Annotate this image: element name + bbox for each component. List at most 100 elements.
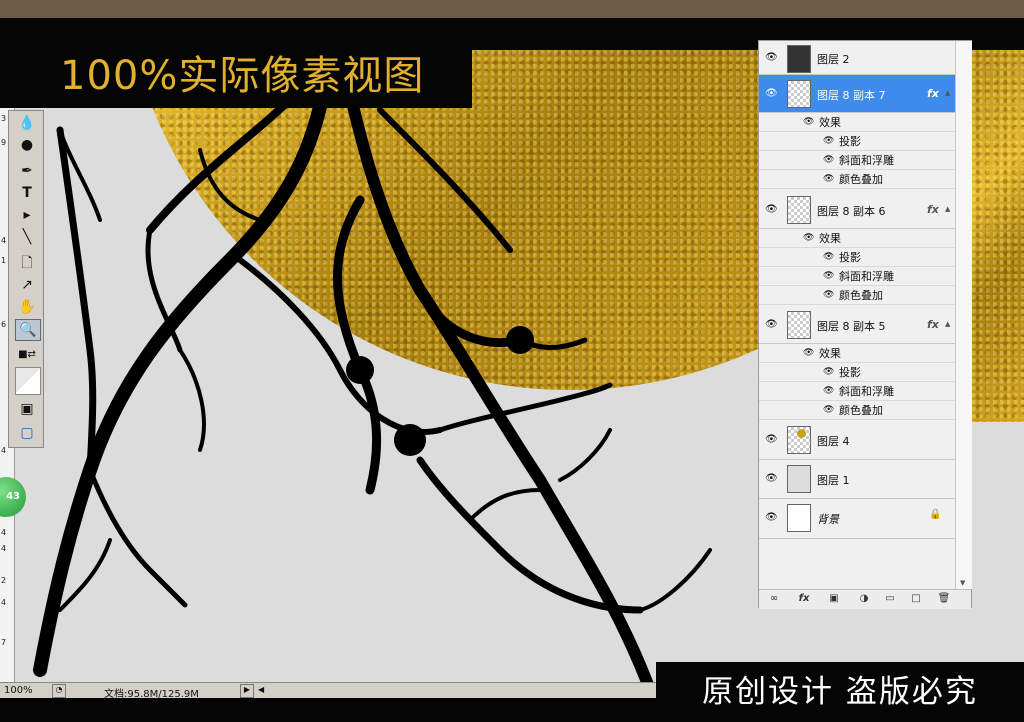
eye-icon[interactable]: 👁	[765, 433, 778, 447]
screen-mode-icon[interactable]: ▢	[15, 423, 39, 443]
color-swatches[interactable]	[15, 367, 41, 395]
effect-bevel-emboss[interactable]: 👁 斜面和浮雕	[759, 382, 955, 401]
effect-drop-shadow[interactable]: 👁 投影	[759, 132, 955, 151]
eye-icon[interactable]: 👁	[823, 248, 834, 267]
ruler-tick: 4	[1, 236, 7, 245]
ruler-tick: 4	[1, 544, 7, 553]
layer-row-2[interactable]: 👁 图层 2	[759, 41, 955, 75]
effect-color-overlay[interactable]: 👁 颜色叠加	[759, 286, 955, 305]
fx-icon[interactable]: fx	[927, 87, 939, 100]
ruler-tick: 6	[1, 320, 7, 329]
layer-row-1[interactable]: 👁 图层 1	[759, 460, 955, 499]
effect-label: 颜色叠加	[839, 173, 883, 186]
eye-icon[interactable]: 👁	[765, 318, 778, 332]
link-layers-icon[interactable]: ∞	[765, 593, 783, 604]
fx-icon[interactable]: fx	[927, 318, 939, 331]
scroll-left-icon[interactable]: ◀	[258, 685, 264, 694]
zoom-level[interactable]: 100%	[4, 685, 33, 696]
eye-icon[interactable]: 👁	[823, 132, 834, 151]
zoom-tool-icon[interactable]: 🔍	[15, 319, 41, 341]
eye-icon[interactable]: 👁	[823, 151, 834, 170]
eye-icon[interactable]: 👁	[823, 401, 834, 420]
effects-row[interactable]: 👁 效果	[759, 344, 955, 363]
info-menu-icon[interactable]: ◔	[52, 684, 66, 698]
layer-name: 图层 8 副本 6	[817, 205, 886, 218]
effect-color-overlay[interactable]: 👁 颜色叠加	[759, 401, 955, 420]
collapse-arrow-icon[interactable]: ▲	[945, 89, 950, 97]
collapse-arrow-icon[interactable]: ▲	[945, 205, 950, 213]
effect-label: 斜面和浮雕	[839, 154, 894, 167]
effect-bevel-emboss[interactable]: 👁 斜面和浮雕	[759, 267, 955, 286]
ruler-tick: 4	[1, 446, 7, 455]
effect-label: 投影	[839, 135, 861, 148]
ruler-tick: 4	[1, 528, 7, 537]
eye-icon[interactable]: 👁	[765, 511, 778, 525]
effect-label: 斜面和浮雕	[839, 385, 894, 398]
effect-label: 投影	[839, 251, 861, 264]
add-mask-icon[interactable]: ▣	[825, 593, 843, 604]
eye-icon[interactable]: 👁	[803, 113, 814, 132]
eye-icon[interactable]: 👁	[803, 229, 814, 248]
layer-name: 图层 4	[817, 435, 850, 448]
scroll-down-icon[interactable]: ▼	[960, 579, 965, 587]
effect-drop-shadow[interactable]: 👁 投影	[759, 248, 955, 267]
effect-bevel-emboss[interactable]: 👁 斜面和浮雕	[759, 151, 955, 170]
layer-row-4[interactable]: 👁 图层 4	[759, 421, 955, 460]
eye-icon[interactable]: 👁	[823, 382, 834, 401]
eyedropper-tool-icon[interactable]: ↗	[15, 275, 39, 295]
pen-tool-icon[interactable]: ✒	[15, 161, 39, 181]
effects-row[interactable]: 👁 效果	[759, 113, 955, 132]
add-style-icon[interactable]: fx	[795, 593, 813, 604]
swap-colors-icon[interactable]: ■⇄	[15, 345, 39, 365]
hand-tool-icon[interactable]: ✋	[15, 297, 39, 317]
effects-label: 效果	[819, 347, 841, 360]
eye-icon[interactable]: 👁	[765, 203, 778, 217]
type-tool-icon[interactable]: T	[15, 183, 39, 203]
status-bar: 100% ◔ 文档:95.8M/125.9M ▶ ◀	[0, 682, 656, 700]
effect-color-overlay[interactable]: 👁 颜色叠加	[759, 170, 955, 189]
notes-tool-icon[interactable]: 🗋	[15, 253, 39, 273]
layer-thumbnail	[787, 196, 811, 224]
dodge-tool-icon[interactable]: ●	[15, 135, 39, 155]
layer-name: 图层 1	[817, 474, 850, 487]
path-select-tool-icon[interactable]: ▸	[15, 205, 39, 225]
status-arrow-icon[interactable]: ▶	[240, 684, 254, 698]
new-group-icon[interactable]: ▭	[881, 593, 899, 604]
layer-row-8-copy-7[interactable]: 👁 图层 8 副本 7 fx ▲	[759, 75, 955, 113]
layer-row-background[interactable]: 👁 背景 🔒	[759, 499, 955, 539]
effect-drop-shadow[interactable]: 👁 投影	[759, 363, 955, 382]
tools-panel: 💧 ● ✒ T ▸ ╲ 🗋 ↗ ✋ 🔍 ■⇄ ▣ ▢	[8, 110, 44, 448]
eye-icon[interactable]: 👁	[765, 87, 778, 101]
effect-label: 颜色叠加	[839, 289, 883, 302]
layers-scrollbar[interactable]: ▼	[955, 41, 972, 589]
layer-row-8-copy-6[interactable]: 👁 图层 8 副本 6 fx ▲	[759, 191, 955, 229]
adjustment-layer-icon[interactable]: ◑	[855, 593, 873, 604]
effects-label: 效果	[819, 232, 841, 245]
new-layer-icon[interactable]: □	[907, 593, 925, 604]
eye-icon[interactable]: 👁	[823, 170, 834, 189]
layer-name: 背景	[817, 513, 839, 526]
layer-thumbnail	[787, 80, 811, 108]
fx-icon[interactable]: fx	[927, 203, 939, 216]
blur-tool-icon[interactable]: 💧	[15, 113, 39, 133]
effect-label: 颜色叠加	[839, 404, 883, 417]
eye-icon[interactable]: 👁	[765, 51, 778, 65]
gold-dot-icon	[797, 429, 806, 438]
eye-icon[interactable]: 👁	[823, 286, 834, 305]
collapse-arrow-icon[interactable]: ▲	[945, 320, 950, 328]
effect-label: 投影	[839, 366, 861, 379]
layer-row-8-copy-5[interactable]: 👁 图层 8 副本 5 fx ▲	[759, 306, 955, 344]
ruler-tick: 4	[1, 598, 7, 607]
effects-row[interactable]: 👁 效果	[759, 229, 955, 248]
line-tool-icon[interactable]: ╲	[15, 227, 39, 247]
eye-icon[interactable]: 👁	[765, 472, 778, 486]
quick-mask-icon[interactable]: ▣	[15, 399, 39, 419]
canvas-view-label: 100%实际像素视图	[0, 45, 472, 108]
layer-name: 图层 8 副本 7	[817, 89, 886, 102]
copyright-caption: 原创设计 盗版必究	[656, 662, 1024, 722]
trash-icon[interactable]: 🗑	[935, 593, 953, 604]
eye-icon[interactable]: 👁	[803, 344, 814, 363]
ruler-tick: 3	[1, 114, 7, 123]
eye-icon[interactable]: 👁	[823, 363, 834, 382]
eye-icon[interactable]: 👁	[823, 267, 834, 286]
